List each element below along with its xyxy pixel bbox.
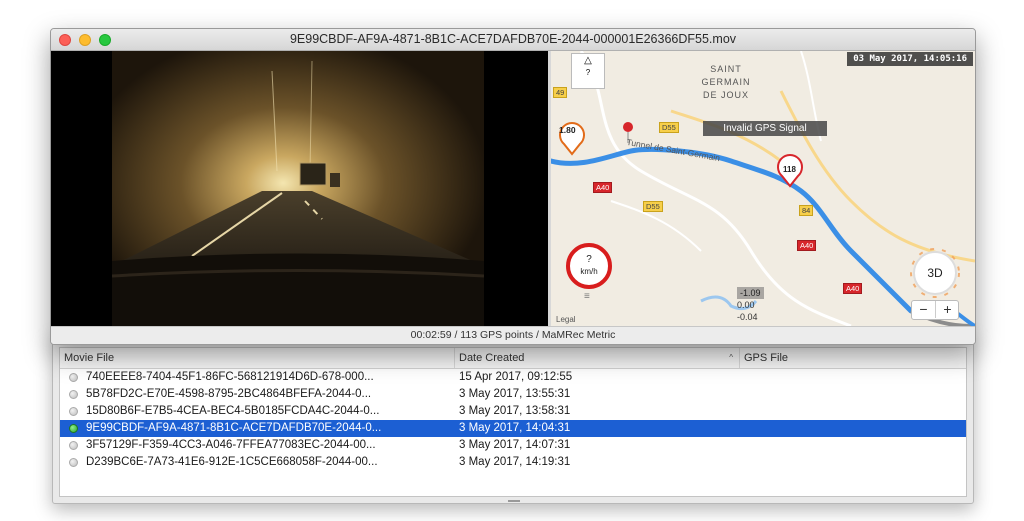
road-badge-d55: D55 (659, 122, 679, 133)
road-badge-a40: A40 (843, 283, 863, 294)
speed-unit: km/h (580, 267, 598, 276)
road-sign-value: ? (585, 68, 591, 77)
column-header-date-created[interactable]: Date Created ^ (455, 348, 740, 368)
date-created-cell: 3 May 2017, 14:04:31 (459, 422, 571, 434)
sensor-value-x: -1.09 (737, 287, 764, 299)
movie-file-cell: 740EEEE8-7404-45F1-86FC-568121914D6D-678… (86, 371, 374, 383)
map-3d-button[interactable]: 3D (913, 251, 957, 295)
gps-status-banner: Invalid GPS Signal (703, 121, 827, 136)
mountain-icon: △ (584, 55, 592, 66)
zoom-window-button[interactable] (99, 34, 111, 46)
table-row-selected[interactable]: 9E99CBDF-AF9A-4871-8B1C-ACE7DAFDB70E-204… (60, 420, 966, 437)
table-row[interactable]: 5B78FD2C-E70E-4598-8795-2BC4864BFEFA-204… (60, 386, 966, 403)
road-badge-49: 49 (553, 87, 568, 98)
movie-table: Movie File Date Created ^ GPS File 740EE… (59, 347, 967, 497)
table-row[interactable]: 740EEEE8-7404-45F1-86FC-568121914D6D-678… (60, 369, 966, 386)
date-created-cell: 3 May 2017, 13:55:31 (459, 388, 571, 400)
map-zoom-control: − + (911, 300, 959, 320)
speedometer: ? km/h (566, 243, 612, 289)
town-label-line: SAINT (710, 64, 742, 74)
tunnel-video-image (112, 51, 484, 326)
date-created-cell: 3 May 2017, 14:19:31 (459, 456, 571, 468)
gps-map-view[interactable]: 1.80 118 SAINT GERMAIN DE JOUX Tunnel de… (551, 51, 975, 326)
sensor-value-y: 0.00 (737, 300, 755, 310)
town-label: SAINT GERMAIN DE JOUX (691, 63, 761, 102)
date-created-cell: 3 May 2017, 14:07:31 (459, 439, 571, 451)
movie-file-cell: 5B78FD2C-E70E-4598-8795-2BC4864BFEFA-204… (86, 388, 372, 400)
movie-file-cell: D239BC6E-7A73-41E6-912E-1C5CE668058F-204… (86, 456, 378, 468)
video-view[interactable] (51, 51, 548, 326)
movie-file-cell: 15D80B6F-E7B5-4CEA-BEC4-5B0185FCDA4C-204… (86, 405, 380, 417)
movie-list-window: Movie File Date Created ^ GPS File 740EE… (52, 332, 974, 504)
sensor-values: -1.09 0.00 -0.04 (737, 287, 764, 323)
minimize-window-button[interactable] (79, 34, 91, 46)
column-header-gps-file[interactable]: GPS File (740, 348, 966, 368)
movie-player-window: 9E99CBDF-AF9A-4871-8B1C-ACE7DAFDB70E-204… (50, 28, 976, 345)
sensor-value-z: -0.04 (737, 312, 758, 322)
map-timestamp: 03 May 2017, 14:05:16 (847, 52, 973, 66)
status-dot-icon (69, 407, 78, 416)
map-legal-link[interactable]: Legal (556, 315, 576, 324)
table-rows: 740EEEE8-7404-45F1-86FC-568121914D6D-678… (60, 369, 966, 471)
road-badge-a40: A40 (797, 240, 817, 251)
column-header-date-label: Date Created (459, 352, 525, 364)
road-badge-d55: D55 (643, 201, 663, 212)
table-row[interactable]: 3F57129F-F359-4CC3-A046-7FFEA77083EC-204… (60, 437, 966, 454)
window-titlebar[interactable]: 9E99CBDF-AF9A-4871-8B1C-ACE7DAFDB70E-204… (51, 29, 975, 51)
status-dot-icon (69, 441, 78, 450)
movie-file-cell: 9E99CBDF-AF9A-4871-8B1C-ACE7DAFDB70E-204… (86, 422, 382, 434)
zoom-out-button[interactable]: − (912, 301, 936, 318)
table-header: Movie File Date Created ^ GPS File (60, 348, 966, 369)
player-status-bar: 00:02:59 / 113 GPS points / MaMRec Metri… (51, 326, 975, 344)
speed-value: ? (586, 254, 592, 265)
sort-ascending-icon: ^ (729, 353, 733, 362)
marker-right-label: 118 (783, 165, 796, 174)
town-label-line: GERMAIN (701, 77, 751, 87)
status-dot-icon (69, 390, 78, 399)
table-row[interactable]: D239BC6E-7A73-41E6-912E-1C5CE668058F-204… (60, 454, 966, 471)
date-created-cell: 15 Apr 2017, 09:12:55 (459, 371, 573, 383)
close-window-button[interactable] (59, 34, 71, 46)
map-canvas (551, 51, 975, 326)
marker-left-label: 1.80 (559, 125, 576, 135)
dashcam-video-frame[interactable] (112, 51, 484, 326)
date-created-cell: 3 May 2017, 13:58:31 (459, 405, 571, 417)
road-badge-84: 84 (799, 205, 814, 216)
road-badge-a40: A40 (593, 182, 613, 193)
zoom-in-button[interactable]: + (936, 301, 959, 318)
status-dot-active-icon (69, 424, 78, 433)
menu-lines-icon[interactable]: ≡ (584, 292, 596, 302)
road-sign-placeholder: △ ? (571, 53, 605, 89)
status-dot-icon (69, 458, 78, 467)
column-header-movie-file[interactable]: Movie File (60, 348, 455, 368)
town-label-line: DE JOUX (702, 90, 749, 100)
movie-file-cell: 3F57129F-F359-4CC3-A046-7FFEA77083EC-204… (86, 439, 376, 451)
window-title: 9E99CBDF-AF9A-4871-8B1C-ACE7DAFDB70E-204… (289, 32, 737, 46)
table-row[interactable]: 15D80B6F-E7B5-4CEA-BEC4-5B0185FCDA4C-204… (60, 403, 966, 420)
resize-grip-icon[interactable] (508, 500, 520, 502)
status-dot-icon (69, 373, 78, 382)
